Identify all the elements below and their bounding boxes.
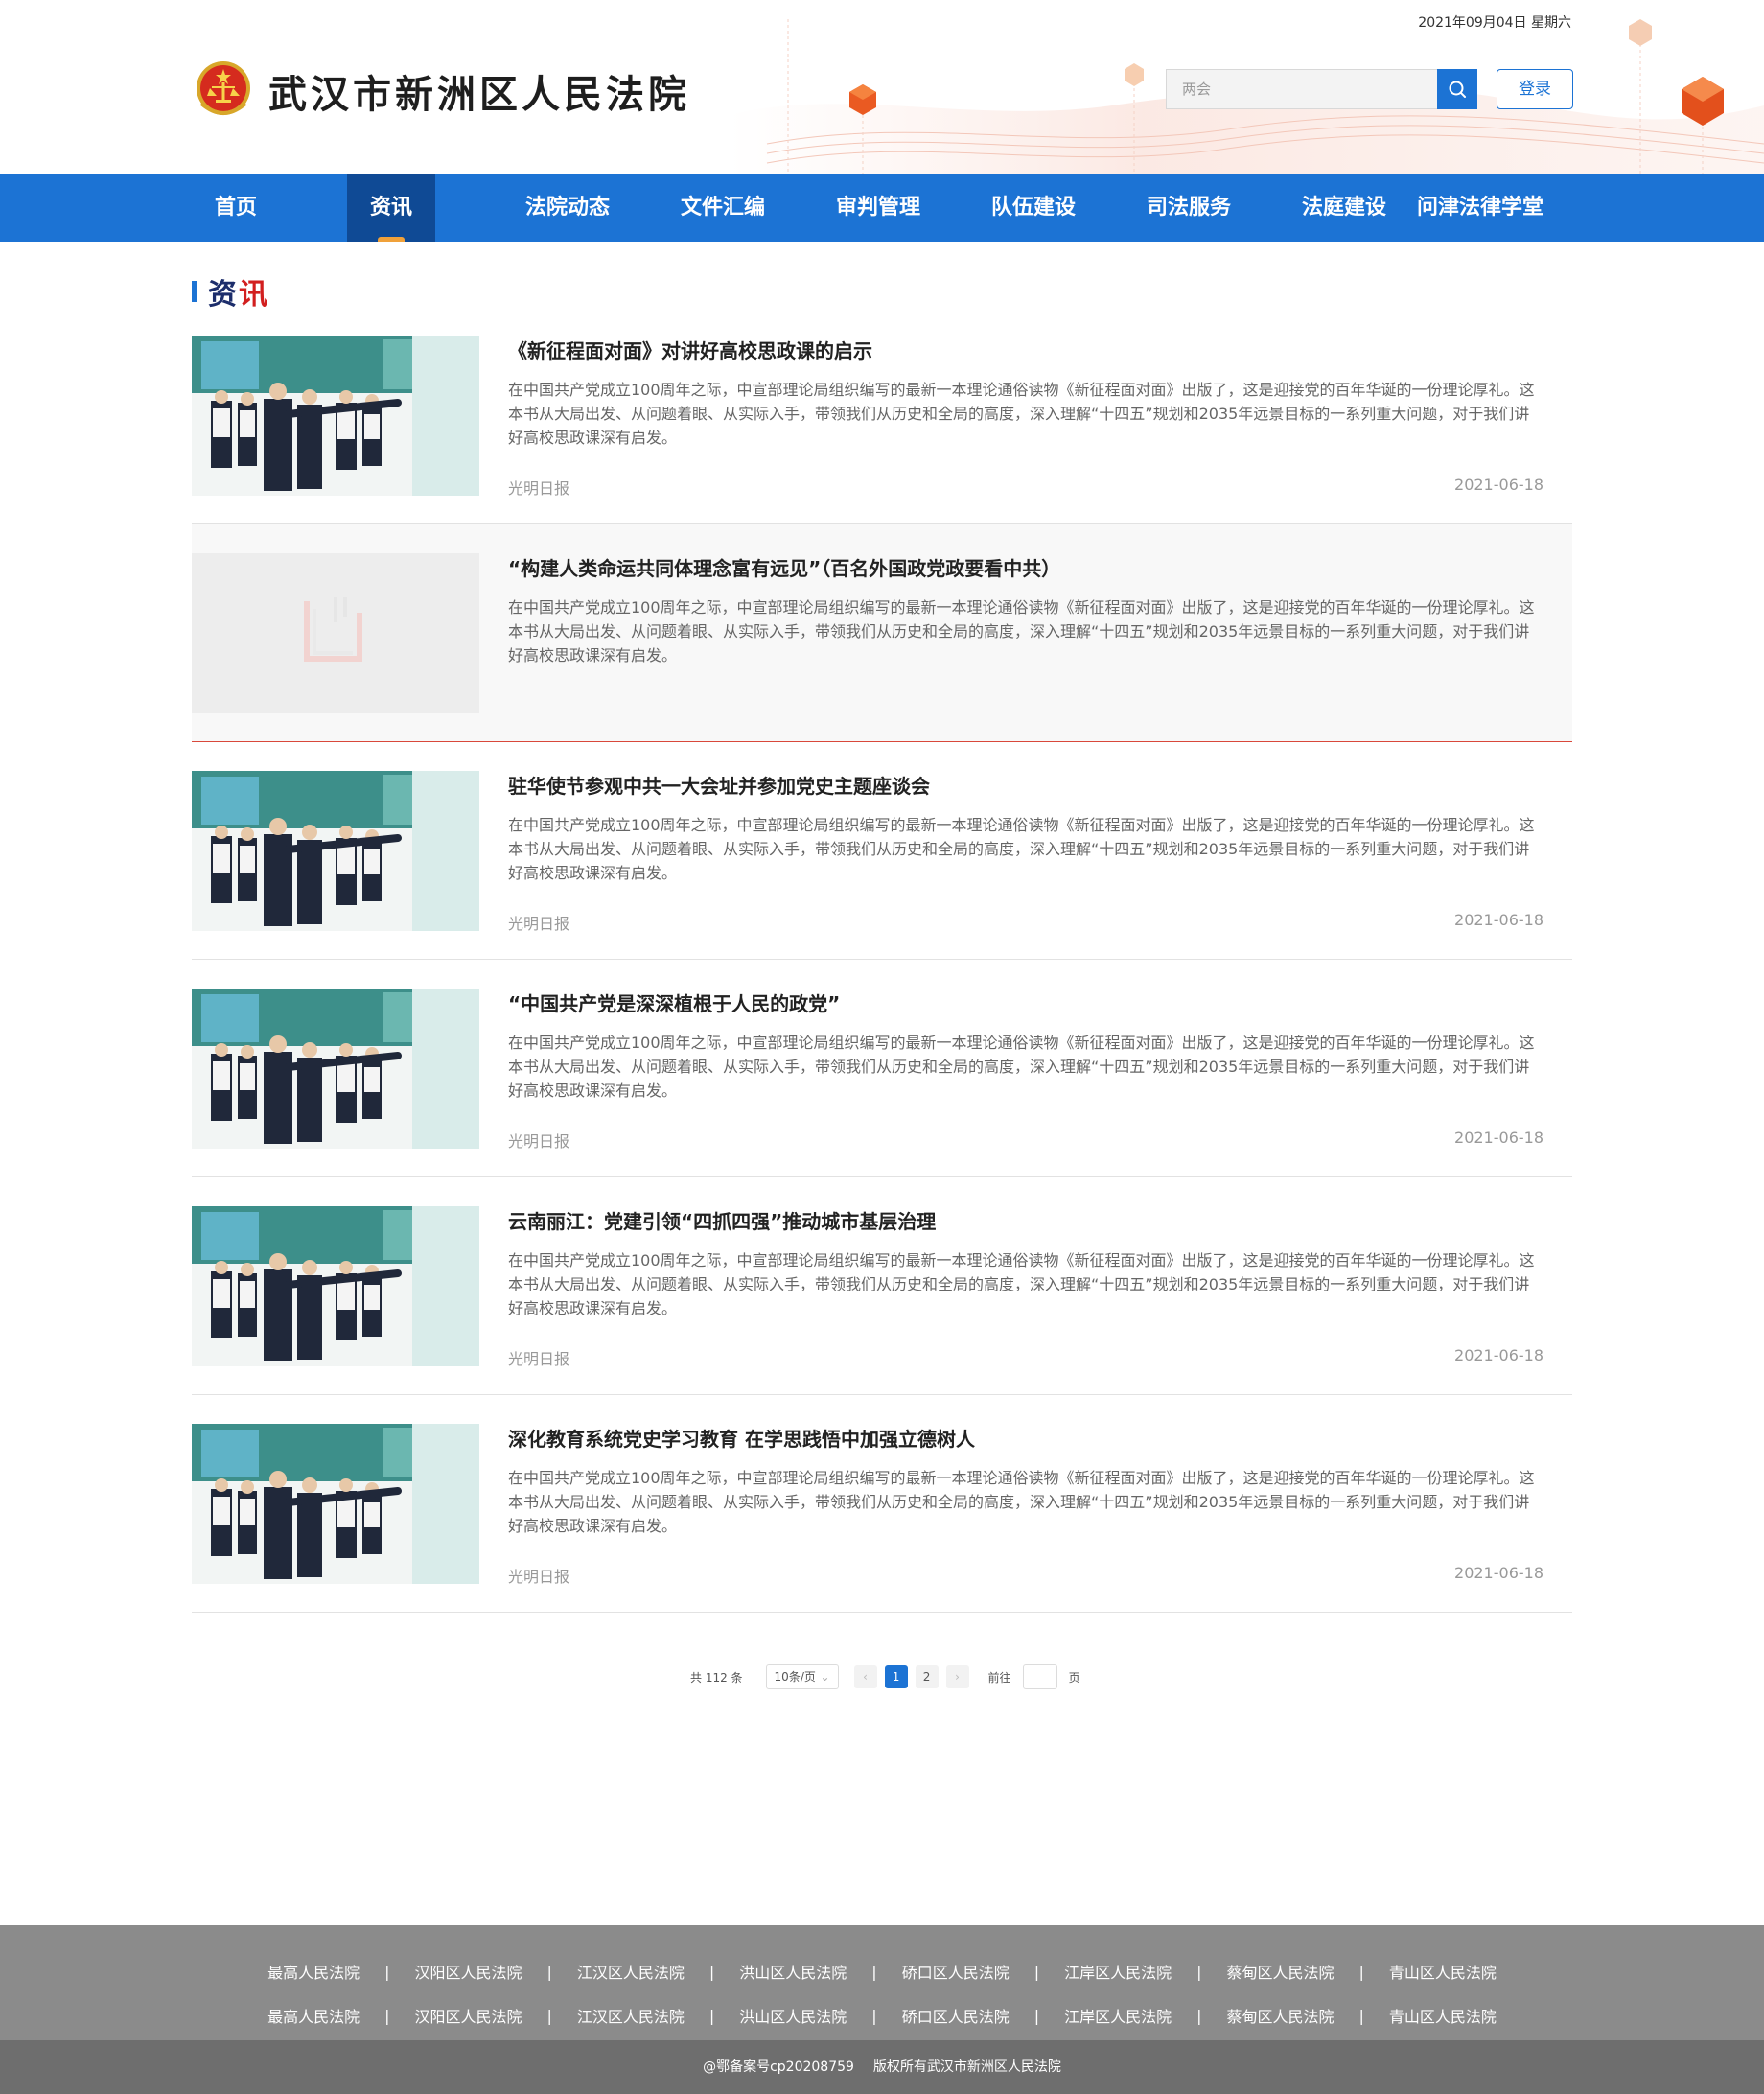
- article-thumbnail[interactable]: [192, 771, 479, 931]
- footer-link[interactable]: 蔡甸区人民法院: [1227, 2004, 1335, 2027]
- nav-item-documents[interactable]: 文件汇编: [656, 174, 790, 242]
- copyright-text: 版权所有武汉市新洲区人民法院: [872, 2059, 1061, 2075]
- nav-item-judicial-services[interactable]: 司法服务: [1122, 174, 1256, 242]
- nav-item-team-building[interactable]: 队伍建设: [966, 174, 1101, 242]
- goto-label: 前往: [987, 1670, 1011, 1685]
- footer-link[interactable]: 江汉区人民法院: [577, 2004, 685, 2027]
- footer-link[interactable]: 汉阳区人民法院: [414, 1960, 522, 1983]
- footer-link[interactable]: 硚口区人民法院: [902, 1960, 1010, 1983]
- next-page-button[interactable]: ›: [945, 1665, 969, 1688]
- article-source: 光明日报: [508, 1350, 570, 1368]
- section-title: 资讯: [192, 272, 269, 312]
- footer-link-row: 最高人民法院 | 汉阳区人民法院 | 江汉区人民法院 | 洪山区人民法院 | 硚口区人民…: [0, 1960, 1764, 1983]
- photo-image: [192, 1206, 479, 1366]
- article-date: 2021-06-18: [1454, 1128, 1544, 1147]
- page-unit-label: 页: [1068, 1670, 1080, 1685]
- site-header: 2021年09月04日 星期六 武汉市新洲区人民法院 登录: [0, 0, 1764, 174]
- icp-number: @鄂备案号cp20208759: [703, 2059, 854, 2075]
- article-title[interactable]: 《新征程面对面》对讲好高校思政课的启示: [508, 336, 872, 363]
- article-summary: 在中国共产党成立100周年之际，中宣部理论局组织编写的最新一本理论通俗读物《新征…: [508, 1469, 1535, 1535]
- article-item[interactable]: 驻华使节参观中共一大会址并参加党史主题座谈会 在中国共产党成立100周年之际，中…: [192, 742, 1572, 960]
- nav-item-court-dynamics[interactable]: 法院动态: [500, 174, 635, 242]
- footer-link-row: 最高人民法院 | 汉阳区人民法院 | 江汉区人民法院 | 洪山区人民法院 | 硚口区人民…: [0, 2004, 1764, 2027]
- goto-page-input[interactable]: [1022, 1664, 1057, 1689]
- court-emblem-icon: [197, 61, 250, 115]
- nav-item-news[interactable]: 资讯: [347, 174, 435, 242]
- search-button[interactable]: [1437, 69, 1477, 109]
- article-thumbnail[interactable]: [192, 1206, 479, 1366]
- chevron-down-icon: ⌄: [820, 1670, 830, 1684]
- footer-links: 最高人民法院 | 汉阳区人民法院 | 江汉区人民法院 | 洪山区人民法院 | 硚口区人民…: [0, 1925, 1764, 2040]
- pagination-total: 共 112 条: [690, 1670, 743, 1685]
- article-summary: 在中国共产党成立100周年之际，中宣部理论局组织编写的最新一本理论通俗读物《新征…: [508, 1251, 1535, 1317]
- footer-link[interactable]: 蔡甸区人民法院: [1227, 1960, 1335, 1983]
- photo-image: [192, 771, 479, 931]
- article-item[interactable]: “构建人类命运共同体理念富有远见”（百名外国政党政要看中共） 在中国共产党成立1…: [192, 524, 1572, 742]
- search-input[interactable]: [1166, 69, 1438, 109]
- article-date: 2021-06-18: [1454, 1346, 1544, 1364]
- article-title[interactable]: “构建人类命运共同体理念富有远见”（百名外国政党政要看中共）: [508, 553, 1060, 581]
- article-source: 光明日报: [508, 1132, 570, 1151]
- footer-link[interactable]: 江岸区人民法院: [1064, 1960, 1172, 1983]
- footer-link[interactable]: 江汉区人民法院: [577, 1960, 685, 1983]
- page-number-2[interactable]: 2: [915, 1665, 939, 1688]
- article-summary: 在中国共产党成立100周年之际，中宣部理论局组织编写的最新一本理论通俗读物《新征…: [508, 598, 1535, 664]
- photo-image: [192, 1424, 479, 1584]
- footer-link[interactable]: 洪山区人民法院: [739, 2004, 847, 2027]
- current-date: 2021年09月04日 星期六: [1418, 15, 1571, 31]
- page-size-select[interactable]: 10条/页 ⌄: [765, 1664, 839, 1689]
- article-title[interactable]: 驻华使节参观中共一大会址并参加党史主题座谈会: [508, 771, 930, 799]
- article-item[interactable]: 云南丽江：党建引领“四抓四强”推动城市基层治理 在中国共产党成立100周年之际，…: [192, 1177, 1572, 1395]
- article-date: 2021-06-18: [1454, 1564, 1544, 1582]
- footer-link[interactable]: 洪山区人民法院: [739, 1960, 847, 1983]
- footer-link[interactable]: 最高人民法院: [267, 2004, 360, 2027]
- nav-item-home[interactable]: 首页: [192, 174, 280, 242]
- article-item[interactable]: 《新征程面对面》对讲好高校思政课的启示 在中国共产党成立100周年之际，中宣部理…: [192, 307, 1572, 524]
- footer-link[interactable]: 汉阳区人民法院: [414, 2004, 522, 2027]
- article-list: 《新征程面对面》对讲好高校思政课的启示 在中国共产党成立100周年之际，中宣部理…: [192, 307, 1572, 1613]
- article-title[interactable]: 云南丽江：党建引领“四抓四强”推动城市基层治理: [508, 1206, 936, 1234]
- article-title[interactable]: 深化教育系统党史学习教育 在学思践悟中加强立德树人: [508, 1424, 975, 1452]
- image-placeholder-icon: [192, 553, 479, 713]
- site-title: 武汉市新洲区人民法院: [268, 72, 690, 117]
- article-thumbnail[interactable]: [192, 553, 479, 713]
- photo-image: [192, 336, 479, 496]
- article-summary: 在中国共产党成立100周年之际，中宣部理论局组织编写的最新一本理论通俗读物《新征…: [508, 816, 1535, 882]
- article-item[interactable]: “中国共产党是深深植根于人民的政党” 在中国共产党成立100周年之际，中宣部理论…: [192, 960, 1572, 1177]
- article-source: 光明日报: [508, 915, 570, 933]
- footer-link[interactable]: 最高人民法院: [267, 1960, 360, 1983]
- nav-item-tribunal-building[interactable]: 法庭建设: [1277, 174, 1411, 242]
- page-size-value: 10条/页: [774, 1670, 816, 1684]
- page-number-1[interactable]: 1: [884, 1665, 908, 1688]
- footer-link[interactable]: 青山区人民法院: [1389, 2004, 1497, 2027]
- article-thumbnail[interactable]: [192, 1424, 479, 1584]
- article-summary: 在中国共产党成立100周年之际，中宣部理论局组织编写的最新一本理论通俗读物《新征…: [508, 1034, 1535, 1100]
- article-source: 光明日报: [508, 479, 570, 498]
- prev-page-button[interactable]: ‹: [853, 1665, 877, 1688]
- article-date: 2021-06-18: [1454, 476, 1544, 494]
- article-thumbnail[interactable]: [192, 336, 479, 496]
- article-title[interactable]: “中国共产党是深深植根于人民的政党”: [508, 989, 840, 1016]
- pagination: 共 112 条 10条/页 ⌄ ‹ 1 2 › 前往 页: [690, 1664, 1080, 1689]
- photo-image: [192, 989, 479, 1149]
- footer-copyright: @鄂备案号cp20208759 版权所有武汉市新洲区人民法院: [0, 2040, 1764, 2094]
- main-nav: 首页 资讯 法院动态 文件汇编 审判管理 队伍建设 司法服务 法庭建设 问津法律…: [0, 174, 1764, 242]
- footer-link[interactable]: 硚口区人民法院: [902, 2004, 1010, 2027]
- nav-item-law-school[interactable]: 问津法律学堂: [1411, 174, 1549, 242]
- footer-link[interactable]: 青山区人民法院: [1389, 1960, 1497, 1983]
- search-icon: [1449, 81, 1466, 98]
- footer-link[interactable]: 江岸区人民法院: [1064, 2004, 1172, 2027]
- article-summary: 在中国共产党成立100周年之际，中宣部理论局组织编写的最新一本理论通俗读物《新征…: [508, 381, 1535, 447]
- article-source: 光明日报: [508, 1568, 570, 1586]
- article-thumbnail[interactable]: [192, 989, 479, 1149]
- article-date: 2021-06-18: [1454, 911, 1544, 929]
- login-button[interactable]: 登录: [1497, 69, 1573, 109]
- section-title-bar: [192, 281, 197, 302]
- nav-item-trial-management[interactable]: 审判管理: [811, 174, 945, 242]
- article-item[interactable]: 深化教育系统党史学习教育 在学思践悟中加强立德树人 在中国共产党成立100周年之…: [192, 1395, 1572, 1613]
